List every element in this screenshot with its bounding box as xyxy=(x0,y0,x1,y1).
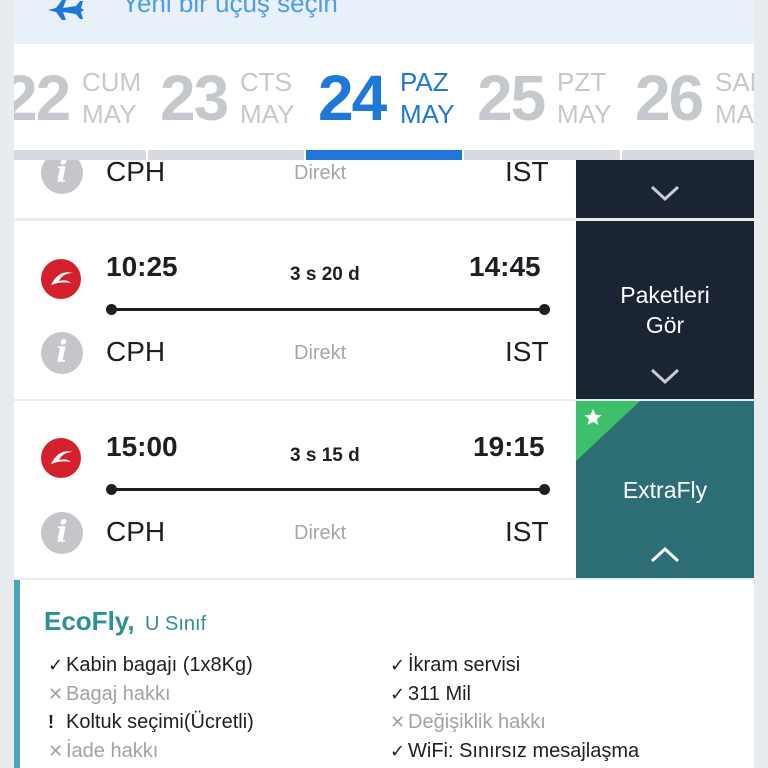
date-underline xyxy=(464,150,620,160)
extrafly-label: ExtraFly xyxy=(622,477,708,503)
departure-time: 10:25 xyxy=(106,251,178,282)
flight-row[interactable]: 15:00 3 s 15 d 19:15 i CPH Direkt IST Ex… xyxy=(14,401,754,578)
chevron-up-icon xyxy=(650,546,680,563)
fare-details: EcoFly, U Sınıf ✓ Kabin bagajı (1x8Kg) ✕ B… xyxy=(14,580,754,768)
date-month: MAY xyxy=(400,99,455,129)
date-underline xyxy=(148,150,304,160)
cross-icon: ✕ xyxy=(48,684,64,704)
date-month: MAY xyxy=(82,99,137,129)
direct-label: Direkt xyxy=(294,342,347,364)
star-icon xyxy=(576,401,640,461)
airplane-icon xyxy=(48,0,84,20)
date-weekday: SAL xyxy=(715,67,754,97)
feature-item: ! Koltuk seçimi(Ücretli) xyxy=(48,711,254,733)
flight-row[interactable]: i CPH Direkt IST xyxy=(14,160,754,218)
feature-item: ✕ Bagaj hakkı xyxy=(48,683,171,705)
feature-item: ✓ 311 Mil xyxy=(390,683,471,705)
flight-row[interactable]: 10:25 3 s 20 d 14:45 i CPH Direkt IST Pa… xyxy=(14,221,754,399)
direct-label: Direkt xyxy=(294,522,347,544)
date-underline xyxy=(622,150,754,160)
feature-item: ✓ Kabin bagajı (1x8Kg) xyxy=(48,654,253,676)
info-icon[interactable]: i xyxy=(41,332,83,374)
date-underline xyxy=(14,150,146,160)
feature-item: ✓ WiFi: Sınırsız mesajlaşma xyxy=(390,740,640,762)
cross-icon: ✕ xyxy=(390,712,406,732)
route-line xyxy=(106,484,550,495)
date-month: MAY xyxy=(240,99,295,129)
date-weekday: CTS xyxy=(240,67,292,97)
packages-button[interactable]: Paketleri Gör xyxy=(576,221,754,399)
arrival-time: 19:15 xyxy=(473,431,545,462)
date-day: 25 xyxy=(477,62,546,134)
flight-duration: 3 s 15 d xyxy=(290,445,360,466)
check-icon: ✓ xyxy=(390,684,406,704)
accent-bar xyxy=(14,580,20,768)
departure-code: CPH xyxy=(106,516,166,547)
cross-icon: ✕ xyxy=(48,741,64,761)
arrival-code: IST xyxy=(505,336,549,367)
date-day: 26 xyxy=(635,62,704,134)
page-title: Yeni bir uçuş seçin xyxy=(122,0,338,18)
feature-item: ✓ İkram servisi xyxy=(390,654,521,676)
airline-logo-icon xyxy=(41,259,81,299)
warning-icon: ! xyxy=(48,712,54,732)
fare-name: EcoFly, xyxy=(44,606,135,636)
chevron-down-icon xyxy=(650,185,680,202)
flight-duration: 3 s 20 d xyxy=(290,264,360,285)
extrafly-button[interactable]: ExtraFly xyxy=(576,401,754,578)
packages-button[interactable] xyxy=(576,160,754,218)
chevron-down-icon xyxy=(650,368,680,385)
date-weekday: PZT xyxy=(557,67,607,97)
date-day: 24 xyxy=(318,62,387,134)
page-header: Yeni bir uçuş seçin xyxy=(14,0,754,44)
direct-label: Direkt xyxy=(294,162,347,184)
fare-class: U Sınıf xyxy=(145,613,207,635)
date-weekday: CUM xyxy=(82,67,142,97)
departure-code: CPH xyxy=(106,336,166,367)
date-day: 23 xyxy=(160,62,229,134)
info-icon[interactable]: i xyxy=(41,160,83,194)
departure-code: CPH xyxy=(106,160,166,187)
feature-item: ✕ Değişiklik hakkı xyxy=(390,711,546,733)
info-icon[interactable]: i xyxy=(41,512,83,554)
date-underline-active xyxy=(306,150,462,160)
arrival-time: 14:45 xyxy=(469,251,541,282)
check-icon: ✓ xyxy=(390,655,406,675)
route-line xyxy=(106,304,550,315)
date-month: MAY xyxy=(557,99,612,129)
check-icon: ✓ xyxy=(48,655,64,675)
date-day: 22 xyxy=(14,62,71,134)
departure-time: 15:00 xyxy=(106,431,178,462)
date-month: MAY xyxy=(715,99,754,129)
check-icon: ✓ xyxy=(390,741,406,761)
date-selector: 22 CUM MAY 23 CTS MAY 24 PAZ MAY 25 PZT … xyxy=(14,44,754,160)
feature-item: ✕ İade hakkı xyxy=(48,740,159,762)
date-weekday: PAZ xyxy=(400,67,449,97)
arrival-code: IST xyxy=(505,160,549,187)
airline-logo-icon xyxy=(41,438,81,478)
arrival-code: IST xyxy=(505,516,549,547)
packages-button-label: Paketleri Gör xyxy=(620,282,710,338)
